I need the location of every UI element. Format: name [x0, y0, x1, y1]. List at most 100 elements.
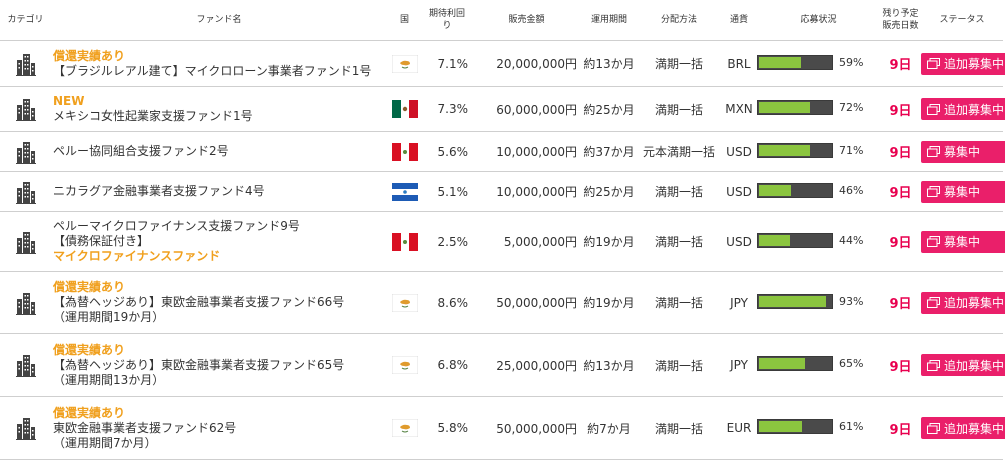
fund-name-line[interactable]: 東欧金融事業者支援ファンド62号: [53, 421, 387, 436]
currency-cell: JPY: [721, 271, 757, 334]
progress-bar: [757, 356, 833, 371]
fund-name-lines[interactable]: ニカラグア金融事業者支援ファンド4号: [53, 184, 387, 199]
progress-cell: 71%: [757, 131, 880, 172]
fund-name-lines[interactable]: 東欧金融事業者支援ファンド62号 （運用期間7か月）: [53, 421, 387, 451]
window-icon: [927, 146, 940, 157]
table-row[interactable]: ペルー協同組合支援ファンド2号 5.6% 10,000,000円 約37か月 元…: [0, 131, 1005, 172]
yield-cell: 7.3%: [422, 86, 472, 132]
fund-name-line[interactable]: （運用期間13か月）: [53, 373, 387, 388]
fund-name-line[interactable]: 【為替ヘッジあり】東欧金融事業者支援ファンド65号: [53, 358, 387, 373]
status-cell[interactable]: 追加募集中: [921, 396, 1005, 460]
fund-name-lines[interactable]: 【為替ヘッジあり】東欧金融事業者支援ファンド66号 （運用期間19か月）: [53, 295, 387, 325]
fund-tag: 償還実績あり: [53, 342, 126, 357]
nicaragua-flag: [391, 182, 418, 201]
table-row[interactable]: 償還実績あり 【為替ヘッジあり】東欧金融事業者支援ファンド66号 （運用期間19か…: [0, 271, 1005, 334]
country-cell: [387, 40, 422, 87]
fund-name-cell[interactable]: ニカラグア金融事業者支援ファンド4号: [51, 171, 387, 212]
fund-name-lines[interactable]: 【ブラジルレアル建て】マイクロローン事業者ファンド1号: [53, 64, 387, 79]
fund-name-lines[interactable]: ペルー協同組合支援ファンド2号: [53, 144, 387, 159]
window-icon: [927, 236, 940, 247]
days-cell: 9日: [880, 211, 921, 272]
period-cell: 約13か月: [581, 40, 637, 87]
fund-name-lines[interactable]: メキシコ女性起業家支援ファンド1号: [53, 109, 387, 124]
progress-gauge: 65%: [757, 356, 867, 371]
amount-cell: 10,000,000円: [472, 131, 581, 172]
fund-name-cell[interactable]: 償還実績あり 【為替ヘッジあり】東欧金融事業者支援ファンド65号 （運用期間13か…: [51, 333, 387, 397]
days-remaining: 9日: [889, 58, 912, 73]
status-cell[interactable]: 追加募集中: [921, 86, 1005, 132]
table-row[interactable]: 償還実績あり 【ブラジルレアル建て】マイクロローン事業者ファンド1号 7.1% …: [0, 40, 1005, 87]
building-icon: [15, 53, 36, 76]
fund-name-cell[interactable]: 償還実績あり 東欧金融事業者支援ファンド62号 （運用期間7か月）: [51, 396, 387, 460]
status-button-label: 追加募集中: [944, 296, 1005, 310]
table-row[interactable]: 償還実績あり 東欧金融事業者支援ファンド62号 （運用期間7か月） 5.8% 50…: [0, 396, 1005, 460]
distribution-cell: 満期一括: [637, 396, 721, 460]
fund-tag: 償還実績あり: [53, 48, 126, 63]
table-row[interactable]: ニカラグア金融事業者支援ファンド4号 5.1% 10,000,000円 約25か…: [0, 171, 1005, 212]
peru-flag: [391, 232, 418, 251]
fund-name-lines[interactable]: 【為替ヘッジあり】東欧金融事業者支援ファンド65号 （運用期間13か月）: [53, 358, 387, 388]
period-cell: 約19か月: [581, 271, 637, 334]
distribution-cell: 満期一括: [637, 271, 721, 334]
status-button[interactable]: 追加募集中: [921, 291, 1005, 314]
fund-name-line[interactable]: 【ブラジルレアル建て】マイクロローン事業者ファンド1号: [53, 64, 387, 79]
progress-percent: 44%: [839, 233, 864, 247]
currency-cell: JPY: [721, 333, 757, 397]
table-row[interactable]: 償還実績あり 【為替ヘッジあり】東欧金融事業者支援ファンド65号 （運用期間13か…: [0, 333, 1005, 397]
fund-name-line[interactable]: メキシコ女性起業家支援ファンド1号: [53, 109, 387, 124]
building-icon: [15, 355, 36, 377]
status-cell[interactable]: 募集中: [921, 131, 1005, 172]
peru-flag: [391, 142, 418, 161]
fund-tag-bottom: マイクロファイナンスファンド: [53, 249, 221, 263]
status-cell[interactable]: 追加募集中: [921, 333, 1005, 397]
fund-name-line[interactable]: ペルー協同組合支援ファンド2号: [53, 144, 387, 159]
status-cell[interactable]: 追加募集中: [921, 40, 1005, 87]
fund-name-line[interactable]: 【為替ヘッジあり】東欧金融事業者支援ファンド66号: [53, 295, 387, 310]
window-icon: [927, 58, 940, 69]
progress-percent: 46%: [839, 183, 864, 197]
currency-cell: MXN: [721, 86, 757, 132]
window-icon: [927, 359, 940, 371]
status-cell[interactable]: 募集中: [921, 211, 1005, 272]
fund-name-line[interactable]: ニカラグア金融事業者支援ファンド4号: [53, 184, 387, 199]
progress-fill: [759, 421, 803, 432]
window-icon: [927, 103, 940, 115]
status-button[interactable]: 募集中: [921, 140, 1005, 163]
days-cell: 9日: [880, 171, 921, 212]
fund-name-cell[interactable]: ペルーマイクロファイナンス支援ファンド9号 【債務保証付き】 マイクロファイナンス…: [51, 211, 387, 272]
status-button[interactable]: 募集中: [921, 180, 1005, 203]
status-button-label: 追加募集中: [944, 57, 1005, 71]
fund-name-line[interactable]: 【債務保証付き】: [53, 234, 387, 249]
fund-name-line[interactable]: （運用期間7か月）: [53, 436, 387, 451]
fund-name-cell[interactable]: 償還実績あり 【ブラジルレアル建て】マイクロローン事業者ファンド1号: [51, 40, 387, 87]
fund-name-line[interactable]: ペルーマイクロファイナンス支援ファンド9号: [53, 219, 387, 234]
status-button[interactable]: 追加募集中: [921, 52, 1005, 75]
progress-cell: 93%: [757, 271, 880, 334]
distribution-cell: 満期一括: [637, 40, 721, 87]
yield-cell: 5.6%: [422, 131, 472, 172]
fund-name-lines[interactable]: ペルーマイクロファイナンス支援ファンド9号 【債務保証付き】: [53, 219, 387, 249]
header-days-l2: 販売日数: [882, 21, 919, 31]
header-days: 残り予定 販売日数: [880, 0, 921, 41]
status-button[interactable]: 追加募集中: [921, 354, 1005, 376]
table-row[interactable]: ペルーマイクロファイナンス支援ファンド9号 【債務保証付き】 マイクロファイナンス…: [0, 211, 1005, 272]
fund-name-cell[interactable]: ペルー協同組合支援ファンド2号: [51, 131, 387, 172]
building-icon: [15, 181, 36, 204]
status-cell[interactable]: 募集中: [921, 171, 1005, 212]
yield-cell: 2.5%: [422, 211, 472, 272]
progress-cell: 65%: [757, 333, 880, 397]
fund-name-cell[interactable]: NEW メキシコ女性起業家支援ファンド1号: [51, 86, 387, 132]
status-button[interactable]: 追加募集中: [921, 417, 1005, 439]
table-row[interactable]: NEW メキシコ女性起業家支援ファンド1号 7.3% 60,000,000円 約…: [0, 86, 1005, 132]
status-button[interactable]: 追加募集中: [921, 98, 1005, 120]
status-cell[interactable]: 追加募集中: [921, 271, 1005, 334]
header-period: 運用期間: [581, 0, 637, 41]
fund-name-cell[interactable]: 償還実績あり 【為替ヘッジあり】東欧金融事業者支援ファンド66号 （運用期間19か…: [51, 271, 387, 334]
status-button[interactable]: 募集中: [921, 230, 1005, 253]
yield-cell: 6.8%: [422, 333, 472, 397]
period-cell: 約19か月: [581, 211, 637, 272]
progress-bar: [757, 100, 833, 115]
category-cell: [0, 211, 51, 272]
period-cell: 約25か月: [581, 86, 637, 132]
fund-name-line[interactable]: （運用期間19か月）: [53, 310, 387, 325]
